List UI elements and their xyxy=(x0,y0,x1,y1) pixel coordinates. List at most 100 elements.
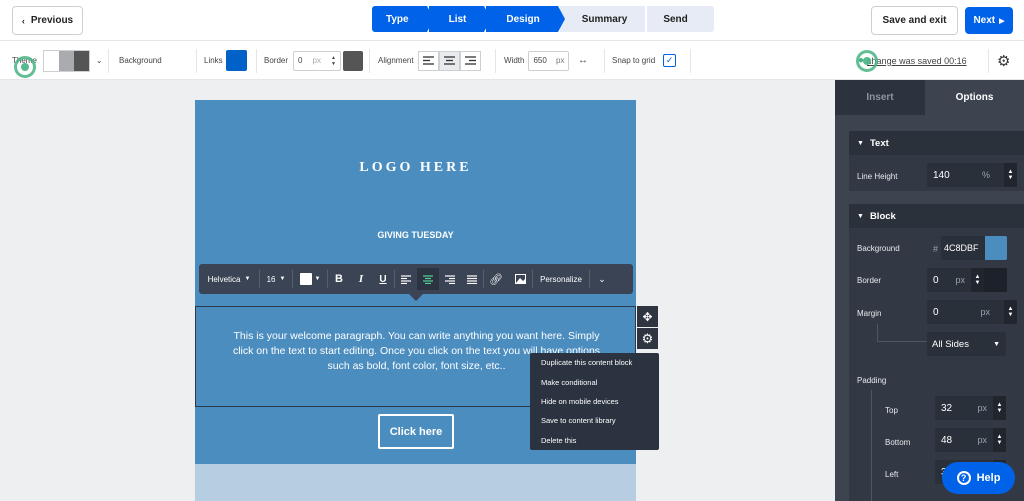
full-width-button[interactable]: ↔ xyxy=(572,50,594,71)
links-color-swatch[interactable] xyxy=(225,50,247,71)
menu-item-duplicate[interactable]: Duplicate this content block xyxy=(530,353,659,372)
save-and-exit-button[interactable]: Save and exit xyxy=(871,6,958,35)
padding-top-value: 32 xyxy=(941,402,953,414)
step-summary[interactable]: Summary xyxy=(559,6,646,32)
gear-icon: ⚙ xyxy=(997,52,1011,70)
chevron-down-icon: ⌄ xyxy=(598,273,606,284)
block-background-swatch[interactable] xyxy=(985,236,1007,260)
font-size-select[interactable]: 16 ▼ xyxy=(260,268,292,290)
font-color-picker[interactable]: ▼ xyxy=(293,268,327,290)
snap-checkbox[interactable]: ✓ xyxy=(663,54,677,67)
step-design-label: Design xyxy=(506,13,540,25)
align-justify-icon xyxy=(467,274,477,284)
block-margin-stepper[interactable]: ▲ ▼ xyxy=(1004,300,1017,324)
personalize-button[interactable]: Personalize xyxy=(533,268,589,290)
save-status-text[interactable]: change was saved 00:16 xyxy=(867,56,967,66)
padding-bottom-value: 48 xyxy=(941,434,953,446)
align-center-button[interactable] xyxy=(438,50,460,71)
justify-text-button[interactable] xyxy=(461,268,483,290)
previous-button[interactable]: ‹ Previous xyxy=(12,6,83,35)
link-icon: 🔗︎ xyxy=(489,273,503,286)
align-center-text-button[interactable] xyxy=(417,268,439,290)
caret-down-icon: ▼ xyxy=(244,276,251,282)
image-button[interactable] xyxy=(508,268,532,290)
border-width-value: 0 xyxy=(298,56,303,65)
block-section-header[interactable]: ▼ Block xyxy=(849,204,1024,228)
email-footer-section xyxy=(195,464,636,501)
logo-placeholder[interactable]: LOGO HERE xyxy=(195,160,636,176)
underline-button[interactable]: U xyxy=(372,268,394,290)
block-background-input[interactable]: 4C8DBF xyxy=(941,236,989,260)
width-label: Width xyxy=(504,56,525,65)
line-height-input[interactable]: 140 % xyxy=(927,163,1006,187)
block-context-menu: Duplicate this content block Make condit… xyxy=(530,353,659,450)
step-summary-label: Summary xyxy=(581,13,628,25)
border-label: Border xyxy=(264,56,289,65)
padding-top-input[interactable]: 32 px xyxy=(935,396,993,420)
italic-button[interactable]: I xyxy=(350,268,372,290)
align-right-icon xyxy=(464,56,476,65)
move-block-button[interactable]: ✥ xyxy=(637,306,658,327)
menu-item-delete[interactable]: Delete this xyxy=(530,431,659,450)
step-send[interactable]: Send xyxy=(647,6,714,32)
menu-item-hide-mobile[interactable]: Hide on mobile devices xyxy=(530,392,659,411)
line-height-stepper[interactable]: ▲ ▼ xyxy=(1004,163,1017,187)
stepper-icon[interactable]: ▲ ▼ xyxy=(331,55,336,67)
link-button[interactable]: 🔗︎ xyxy=(484,268,508,290)
border-width-input[interactable]: 0 px ▲ ▼ xyxy=(293,50,342,71)
align-center-icon xyxy=(423,274,433,284)
step-list-label: List xyxy=(448,13,467,25)
text-section-header[interactable]: ▼ Text xyxy=(849,131,1024,155)
block-border-color-swatch[interactable] xyxy=(984,268,1007,292)
snap-label: Snap to grid xyxy=(612,56,656,65)
tab-insert[interactable]: Insert xyxy=(835,80,925,115)
align-right-button[interactable] xyxy=(459,50,481,71)
expand-horizontal-icon: ↔ xyxy=(577,55,588,66)
links-control[interactable]: Links xyxy=(204,41,247,80)
step-design[interactable]: Design xyxy=(486,6,566,32)
border-color-swatch[interactable] xyxy=(343,50,364,71)
settings-button[interactable]: ⚙ xyxy=(997,41,1010,80)
more-options-button[interactable]: ⌄ xyxy=(590,268,614,290)
block-border-stepper[interactable]: ▲ ▼ xyxy=(971,268,984,292)
font-family-select[interactable]: Helvetica ▼ xyxy=(199,268,259,290)
margin-sides-select[interactable]: All Sides ▼ xyxy=(927,332,1006,356)
padding-bottom-stepper[interactable]: ▲ ▼ xyxy=(993,428,1006,452)
font-family-value: Helvetica xyxy=(207,274,241,284)
align-left-text-button[interactable] xyxy=(395,268,417,290)
step-send-label: Send xyxy=(663,13,688,25)
theme-swatch[interactable] xyxy=(42,49,90,72)
block-section: ▼ Block Background # 4C8DBF Border 0 px … xyxy=(849,204,1024,501)
bold-button[interactable]: B xyxy=(328,268,350,290)
background-control[interactable]: Background xyxy=(119,41,162,80)
align-left-icon xyxy=(401,274,411,284)
block-border-value: 0 xyxy=(933,274,939,286)
question-circle-icon: ? xyxy=(956,471,971,485)
background-label: Background xyxy=(119,56,162,65)
top-bar: ‹ Previous Type List Design Summary Send… xyxy=(0,0,1024,41)
align-right-text-button[interactable] xyxy=(439,268,461,290)
chevron-down-icon[interactable]: ⌄ xyxy=(96,56,103,65)
align-left-icon xyxy=(422,56,434,65)
tab-options[interactable]: Options xyxy=(925,80,1024,115)
help-button[interactable]: ? Help xyxy=(942,462,1015,494)
menu-item-conditional[interactable]: Make conditional xyxy=(530,372,659,391)
block-settings-button[interactable]: ⚙ xyxy=(637,328,658,349)
align-left-button[interactable] xyxy=(417,50,439,71)
block-border-input[interactable]: 0 px xyxy=(927,268,971,292)
block-border-label: Border xyxy=(857,276,882,285)
block-background-label: Background xyxy=(857,244,900,253)
width-input[interactable]: 650 px xyxy=(528,50,570,71)
padding-top-unit: px xyxy=(977,403,987,413)
menu-item-save-library[interactable]: Save to content library xyxy=(530,411,659,430)
caret-right-icon: ▶ xyxy=(999,17,1005,25)
step-type[interactable]: Type xyxy=(372,6,434,32)
step-list[interactable]: List xyxy=(428,6,492,32)
next-button[interactable]: Next ▶ xyxy=(965,7,1013,34)
padding-bottom-input[interactable]: 48 px xyxy=(935,428,993,452)
width-value: 650 xyxy=(533,56,547,65)
padding-top-stepper[interactable]: ▲ ▼ xyxy=(993,396,1006,420)
email-heading[interactable]: GIVING TUESDAY xyxy=(195,230,636,240)
block-margin-input[interactable]: 0 px xyxy=(927,300,1006,324)
cta-button[interactable]: Click here xyxy=(378,414,454,449)
